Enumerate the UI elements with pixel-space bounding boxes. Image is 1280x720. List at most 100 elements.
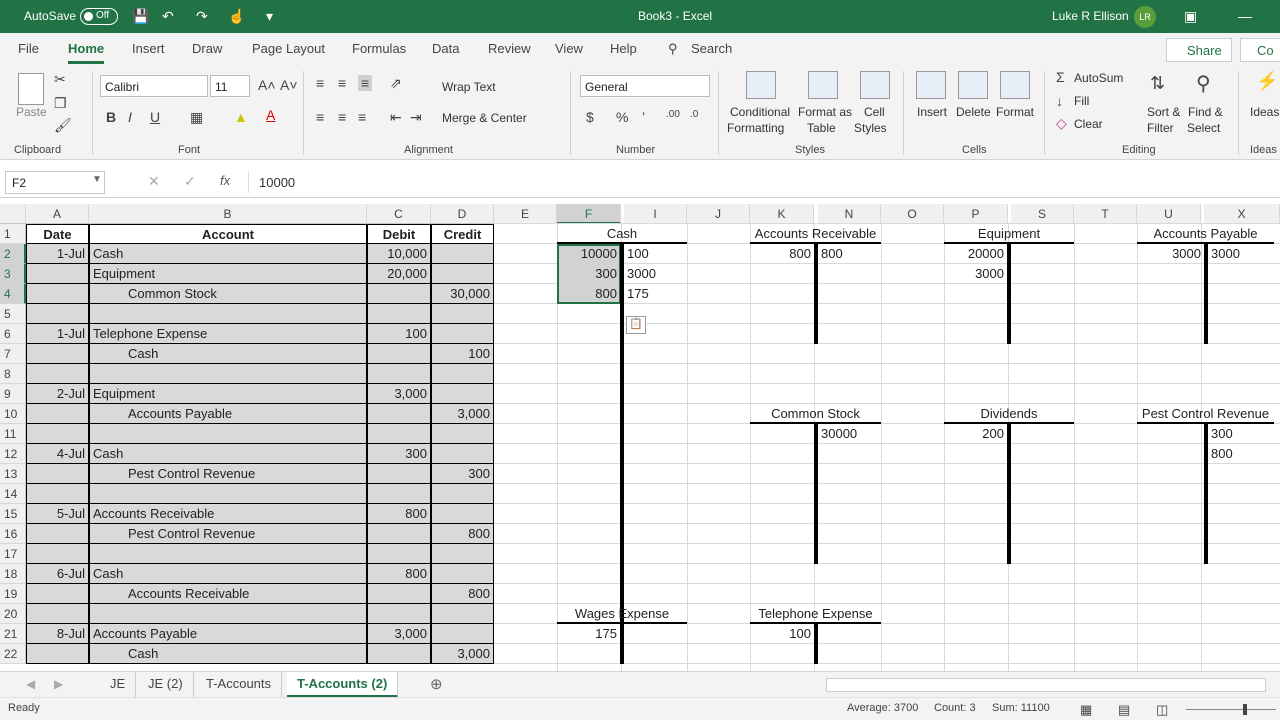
journal-cell[interactable] (26, 344, 89, 364)
font-color-icon[interactable]: A (266, 107, 275, 123)
journal-header[interactable]: Account (89, 224, 367, 244)
row-header[interactable]: 14 (0, 484, 26, 504)
t-account-title[interactable]: Dividends (934, 404, 1084, 424)
journal-cell[interactable]: 3,000 (367, 624, 431, 644)
tab-data[interactable]: Data (432, 41, 459, 56)
paste-icon[interactable] (18, 73, 44, 105)
journal-cell[interactable]: 20,000 (367, 264, 431, 284)
row-header[interactable]: 11 (0, 424, 26, 444)
journal-cell[interactable] (431, 564, 494, 584)
copy-icon[interactable]: ❐ (54, 95, 67, 112)
share-button[interactable]: Share (1166, 38, 1232, 62)
increase-indent-icon[interactable]: ⇥ (410, 109, 422, 126)
journal-cell[interactable] (26, 644, 89, 664)
insert-function-icon[interactable]: fx (220, 173, 230, 188)
t-account-title[interactable]: Wages Expense (547, 604, 697, 624)
sort-filter-icon[interactable]: ⇅ (1150, 73, 1165, 94)
t-account-debit[interactable]: 175 (557, 624, 620, 644)
journal-cell[interactable]: 100 (367, 324, 431, 344)
name-box-dropdown-icon[interactable]: ▼ (92, 174, 102, 185)
borders-icon[interactable]: ▦ (190, 109, 203, 126)
row-header[interactable]: 22 (0, 644, 26, 664)
journal-cell[interactable] (367, 364, 431, 384)
journal-cell[interactable] (89, 544, 367, 564)
journal-cell[interactable] (89, 364, 367, 384)
delete-cells-icon[interactable] (958, 71, 988, 99)
journal-cell[interactable] (89, 304, 367, 324)
select-all-corner[interactable] (0, 204, 26, 224)
orientation-icon[interactable]: ⇗ (390, 75, 402, 92)
journal-cell[interactable] (26, 424, 89, 444)
insert-cells-icon[interactable] (916, 71, 946, 99)
journal-cell[interactable] (26, 484, 89, 504)
journal-cell[interactable] (431, 624, 494, 644)
column-header[interactable]: B (89, 204, 367, 224)
sheet-tab-je-2[interactable]: JE (2) (138, 672, 194, 698)
tab-formulas[interactable]: Formulas (352, 41, 406, 56)
journal-cell[interactable]: Accounts Receivable (89, 504, 367, 524)
column-header[interactable]: E (494, 204, 557, 224)
row-header[interactable]: 6 (0, 324, 26, 344)
format-cells-button[interactable]: Format (996, 105, 1034, 119)
journal-cell[interactable]: 300 (431, 464, 494, 484)
journal-cell[interactable]: 100 (431, 344, 494, 364)
t-account-title[interactable]: Common Stock (740, 404, 891, 424)
t-account-debit[interactable]: 10000 (557, 244, 620, 264)
tab-insert[interactable]: Insert (132, 41, 165, 56)
align-bottom-icon[interactable]: ≡ (358, 75, 373, 91)
cell-styles-icon[interactable] (860, 71, 890, 99)
journal-cell[interactable]: Cash (89, 644, 367, 664)
conditional-formatting-label2[interactable]: Formatting (727, 121, 784, 135)
column-header[interactable]: I (624, 204, 687, 224)
fill-color-icon[interactable]: ▲ (234, 109, 248, 125)
journal-cell[interactable]: 10,000 (367, 244, 431, 264)
journal-cell[interactable] (367, 644, 431, 664)
row-header[interactable]: 7 (0, 344, 26, 364)
avatar[interactable]: LR (1134, 6, 1156, 28)
column-header[interactable]: F (557, 204, 621, 224)
journal-cell[interactable] (26, 584, 89, 604)
align-middle-icon[interactable]: ≡ (338, 75, 346, 91)
decrease-decimal-icon[interactable]: .0 (690, 109, 698, 120)
bold-icon[interactable]: B (106, 109, 116, 125)
journal-cell[interactable]: 3,000 (431, 644, 494, 664)
fill-button[interactable]: Fill (1074, 94, 1089, 108)
column-header[interactable]: J (687, 204, 750, 224)
align-center-icon[interactable]: ≡ (338, 109, 346, 125)
column-header[interactable]: K (750, 204, 814, 224)
journal-cell[interactable]: 4-Jul (26, 444, 89, 464)
journal-cell[interactable] (367, 544, 431, 564)
sort-filter-label1[interactable]: Sort & (1147, 105, 1180, 119)
name-box[interactable]: F2 (5, 171, 105, 194)
column-header[interactable]: A (26, 204, 89, 224)
wrap-text-button[interactable]: Wrap Text (442, 80, 496, 94)
journal-cell[interactable] (367, 424, 431, 444)
column-header[interactable]: D (431, 204, 494, 224)
journal-cell[interactable] (431, 364, 494, 384)
tab-review[interactable]: Review (488, 41, 531, 56)
journal-cell[interactable] (26, 364, 89, 384)
journal-cell[interactable]: Accounts Receivable (89, 584, 367, 604)
journal-cell[interactable] (26, 544, 89, 564)
t-account-debit[interactable]: 300 (557, 264, 620, 284)
ribbon-display-icon[interactable]: ▣ (1184, 8, 1197, 25)
formula-input[interactable]: 10000 (259, 175, 295, 190)
journal-cell[interactable] (367, 344, 431, 364)
journal-cell[interactable] (26, 304, 89, 324)
row-header[interactable]: 8 (0, 364, 26, 384)
journal-cell[interactable]: 1-Jul (26, 244, 89, 264)
journal-cell[interactable] (431, 424, 494, 444)
conditional-formatting-icon[interactable] (746, 71, 776, 99)
journal-cell[interactable] (431, 384, 494, 404)
increase-font-icon[interactable]: A˄ (258, 77, 276, 93)
italic-icon[interactable]: I (128, 109, 132, 125)
row-header[interactable]: 18 (0, 564, 26, 584)
journal-cell[interactable] (367, 524, 431, 544)
t-account-debit[interactable]: 800 (750, 244, 814, 264)
journal-cell[interactable] (367, 604, 431, 624)
row-header[interactable]: 4 (0, 284, 26, 304)
increase-decimal-icon[interactable]: .00 (666, 109, 680, 120)
journal-cell[interactable] (431, 304, 494, 324)
t-account-debit[interactable]: 3000 (1137, 244, 1204, 264)
decrease-font-icon[interactable]: A˅ (280, 77, 298, 93)
